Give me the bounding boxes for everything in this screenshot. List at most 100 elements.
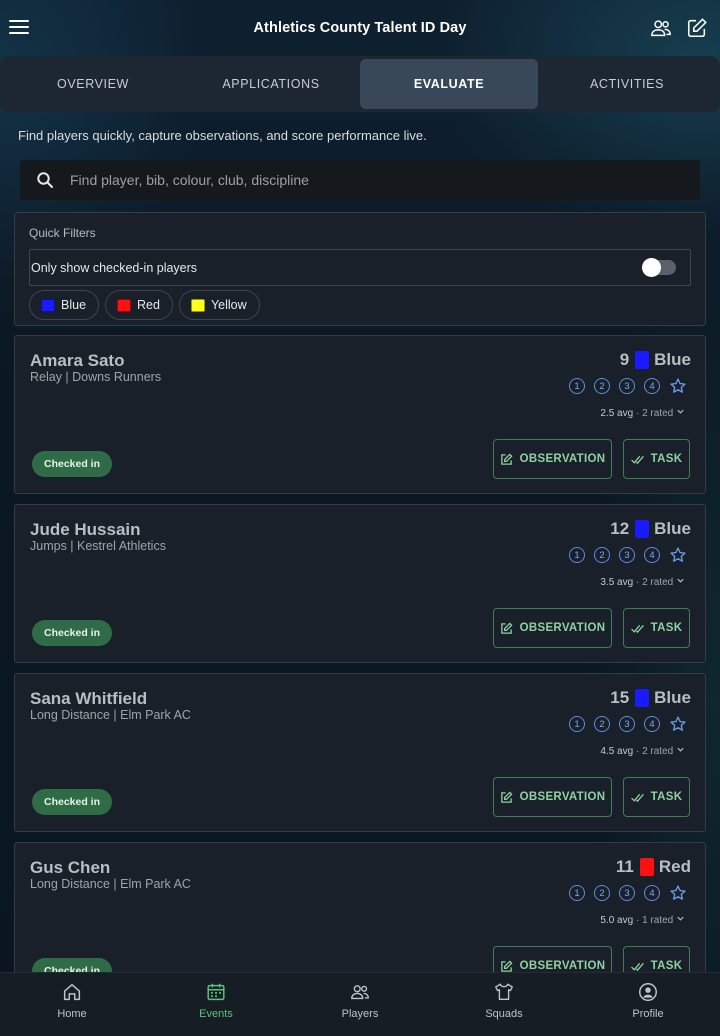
player-discipline-club: Jumps | Kestrel Athletics: [30, 539, 166, 553]
colour-swatch: [41, 298, 55, 312]
colour-chip-label: Yellow: [210, 298, 247, 312]
tab-overview[interactable]: OVERVIEW: [4, 59, 182, 109]
colour-chip-blue[interactable]: Blue: [29, 290, 100, 320]
task-button[interactable]: TASK: [623, 439, 690, 479]
bottom-navigation: Home Events Players Squads Profile: [0, 972, 720, 1036]
observation-label: OBSERVATION: [519, 791, 606, 803]
observation-icon: [500, 452, 513, 466]
task-icon: [630, 622, 644, 635]
rating-4-button[interactable]: 4: [644, 378, 660, 394]
average-score: 4.5 avg: [600, 746, 634, 757]
rating-controls: 1234: [569, 715, 687, 733]
player-discipline-club: Long Distance | Elm Park AC: [30, 877, 191, 891]
nav-events[interactable]: Events: [144, 973, 288, 1036]
bib-number: 11: [615, 857, 634, 876]
rating-1-button[interactable]: 1: [569, 716, 585, 732]
tab-activities[interactable]: ACTIVITIES: [538, 59, 716, 109]
nav-home[interactable]: Home: [0, 973, 144, 1036]
player-name: Jude Hussain: [30, 520, 141, 539]
chevron-down-icon: [677, 409, 684, 414]
rating-1-button[interactable]: 1: [569, 378, 585, 394]
rating-1-button[interactable]: 1: [569, 547, 585, 563]
bib-colour: 15 Blue: [610, 688, 691, 708]
home-icon: [63, 983, 81, 1001]
people-icon[interactable]: [650, 17, 672, 39]
rating-2-button[interactable]: 2: [594, 716, 610, 732]
colour-chip-red[interactable]: Red: [105, 290, 173, 320]
observation-button[interactable]: OBSERVATION: [493, 439, 612, 479]
rating-4-button[interactable]: 4: [644, 547, 660, 563]
checked-in-filter-label: Only show checked-in players: [31, 260, 198, 275]
nav-label: Events: [199, 1008, 233, 1020]
observation-button[interactable]: OBSERVATION: [493, 777, 612, 817]
colour-swatch: [635, 520, 650, 538]
nav-label: Home: [57, 1008, 87, 1020]
observation-icon: [500, 959, 513, 973]
status-badge: Checked in: [32, 789, 113, 815]
rating-summary[interactable]: 5.0 avg · 1 rated: [600, 914, 685, 926]
intro-text: Find players quickly, capture observatio…: [18, 128, 427, 143]
observation-button[interactable]: OBSERVATION: [493, 608, 612, 648]
search-input[interactable]: [70, 172, 650, 188]
player-card[interactable]: Amara Sato Relay | Downs Runners 9 Blue …: [14, 335, 706, 494]
colour-swatch: [635, 351, 650, 369]
colour-label: Blue: [654, 350, 691, 369]
star-icon[interactable]: [669, 884, 687, 902]
rating-controls: 1234: [569, 546, 687, 564]
rating-3-button[interactable]: 3: [619, 547, 635, 563]
rating-summary[interactable]: 2.5 avg · 2 rated: [600, 407, 685, 419]
nav-label: Profile: [632, 1008, 664, 1020]
player-name: Gus Chen: [30, 858, 111, 877]
edit-icon[interactable]: [686, 17, 708, 39]
chevron-down-icon: [677, 747, 684, 752]
rating-summary[interactable]: 3.5 avg · 2 rated: [600, 576, 685, 588]
rating-3-button[interactable]: 3: [619, 716, 635, 732]
hamburger-menu-icon[interactable]: [8, 16, 30, 38]
search-bar: [20, 160, 700, 200]
player-card[interactable]: Sana Whitfield Long Distance | Elm Park …: [14, 673, 706, 832]
rating-4-button[interactable]: 4: [644, 885, 660, 901]
rating-controls: 1234: [569, 377, 687, 395]
colour-swatch: [635, 689, 650, 707]
quick-filters-title: Quick Filters: [29, 226, 96, 240]
star-icon[interactable]: [669, 546, 687, 564]
tab-applications[interactable]: APPLICATIONS: [182, 59, 360, 109]
colour-chip-label: Blue: [61, 298, 87, 312]
observation-icon: [500, 790, 513, 804]
star-icon[interactable]: [669, 715, 687, 733]
rating-2-button[interactable]: 2: [594, 378, 610, 394]
task-label: TASK: [650, 453, 683, 465]
player-name: Amara Sato: [30, 351, 125, 370]
player-discipline-club: Long Distance | Elm Park AC: [30, 708, 191, 722]
checked-in-toggle[interactable]: [642, 258, 676, 277]
colour-chip-yellow[interactable]: Yellow: [178, 290, 260, 320]
colour-label: Red: [658, 857, 691, 876]
player-card[interactable]: Jude Hussain Jumps | Kestrel Athletics 1…: [14, 504, 706, 663]
colour-label: Blue: [654, 688, 691, 707]
rating-1-button[interactable]: 1: [569, 885, 585, 901]
star-icon[interactable]: [669, 377, 687, 395]
rating-4-button[interactable]: 4: [644, 716, 660, 732]
rating-3-button[interactable]: 3: [619, 378, 635, 394]
task-button[interactable]: TASK: [623, 608, 690, 648]
bib-number: 9: [619, 350, 630, 369]
player-card[interactable]: Gus Chen Long Distance | Elm Park AC 11 …: [14, 842, 706, 986]
rating-3-button[interactable]: 3: [619, 885, 635, 901]
rating-2-button[interactable]: 2: [594, 885, 610, 901]
nav-players[interactable]: Players: [288, 973, 432, 1036]
search-icon: [36, 171, 54, 189]
colour-swatch: [639, 858, 654, 876]
nav-profile[interactable]: Profile: [576, 973, 720, 1036]
average-score: 5.0 avg: [600, 915, 634, 926]
tab-evaluate[interactable]: EVALUATE: [360, 59, 538, 109]
status-badge: Checked in: [32, 620, 113, 646]
colour-swatch: [190, 298, 205, 312]
task-button[interactable]: TASK: [623, 777, 690, 817]
player-name: Sana Whitfield: [30, 689, 148, 708]
rating-2-button[interactable]: 2: [594, 547, 610, 563]
task-icon: [630, 960, 644, 973]
observation-label: OBSERVATION: [519, 622, 606, 634]
rating-summary[interactable]: 4.5 avg · 2 rated: [600, 745, 685, 757]
nav-squads[interactable]: Squads: [432, 973, 576, 1036]
chevron-down-icon: [677, 578, 684, 583]
